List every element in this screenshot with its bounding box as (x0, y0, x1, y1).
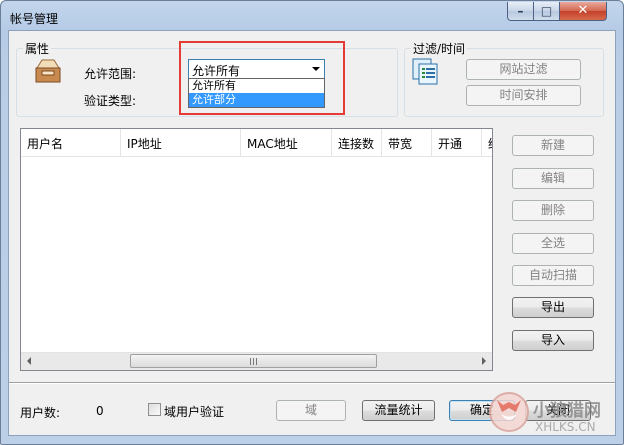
new-button[interactable]: 新建 (512, 135, 594, 156)
close-window-button[interactable]: ✕ (560, 2, 607, 21)
column-enabled[interactable]: 开通 (432, 129, 482, 156)
maximize-button[interactable]: □ (534, 2, 560, 21)
scroll-right-icon[interactable] (482, 357, 486, 365)
minimize-button[interactable]: – (507, 2, 534, 21)
scope-label: 允许范围: (84, 67, 137, 81)
schedule-button[interactable]: 时间安排 (466, 85, 581, 106)
select-all-button[interactable]: 全选 (512, 233, 594, 254)
scroll-left-icon[interactable] (27, 357, 31, 365)
domain-button[interactable]: 域 (276, 400, 346, 421)
list-documents-icon (412, 58, 438, 85)
watermark-url: XHLKS.CN (535, 420, 596, 434)
web-filter-button[interactable]: 网站过滤 (466, 59, 581, 80)
import-button[interactable]: 导入 (512, 330, 594, 351)
column-mac[interactable]: MAC地址 (241, 129, 332, 156)
delete-button[interactable]: 删除 (512, 200, 594, 221)
close-icon: ✕ (577, 3, 589, 18)
dialog-client-area: 属性 允许范围: 验证类型: 允许所有 允许所有 允许部分 过滤/时间 网站过滤… (8, 30, 616, 436)
domain-verify-label[interactable]: 域用户验证 (164, 403, 224, 420)
accounts-table[interactable]: 用户名 IP地址 MAC地址 连接数 带宽 开通 终 (20, 128, 493, 371)
column-connections[interactable]: 连接数 (332, 129, 382, 156)
horizontal-scrollbar[interactable] (21, 352, 492, 370)
maximize-icon: □ (540, 4, 553, 18)
filter-group-title: 过滤/时间 (411, 40, 468, 57)
fox-mascot-icon (489, 392, 529, 432)
app-window: 帐号管理 – □ ✕ 属性 允许范围: 验证类型: 允许所有 允许所有 允许部分… (0, 0, 624, 445)
grip-icon (249, 358, 258, 365)
properties-group-title: 属性 (23, 40, 52, 57)
minimize-icon: – (517, 4, 524, 18)
domain-verify-checkbox[interactable] (148, 403, 161, 416)
user-count-value: 0 (96, 404, 104, 418)
inbox-tray-icon (35, 59, 61, 83)
watermark-brand: 小狼猎网 (533, 401, 601, 421)
column-bandwidth[interactable]: 带宽 (382, 129, 432, 156)
user-count-label: 用户数: (20, 406, 61, 420)
scrollbar-thumb[interactable] (130, 354, 377, 368)
watermark-logo: 小狼猎网 XHLKS.CN (487, 382, 623, 442)
edit-button[interactable]: 编辑 (512, 168, 594, 189)
annotation-highlight-box (179, 41, 345, 115)
auto-scan-button[interactable]: 自动扫描 (512, 265, 594, 286)
column-username[interactable]: 用户名 (21, 129, 121, 156)
window-title: 帐号管理 (10, 12, 59, 26)
traffic-stats-button[interactable]: 流量统计 (362, 400, 435, 421)
export-button[interactable]: 导出 (512, 297, 594, 318)
column-expiry[interactable]: 终 (482, 129, 492, 156)
column-ip[interactable]: IP地址 (121, 129, 241, 156)
verify-type-label: 验证类型: (84, 94, 137, 108)
table-header: 用户名 IP地址 MAC地址 连接数 带宽 开通 终 (21, 129, 492, 157)
